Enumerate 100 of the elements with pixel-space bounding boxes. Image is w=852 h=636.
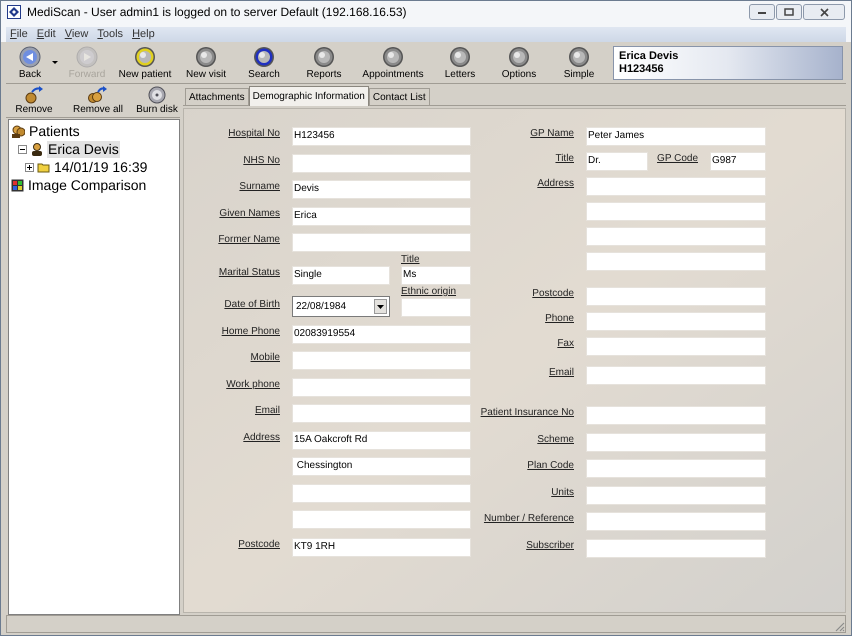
patient-id: H123456: [619, 62, 665, 76]
menu-item[interactable]: View: [64, 28, 88, 41]
folder-icon: [37, 161, 50, 173]
field-label: Units: [551, 486, 574, 498]
tree-item[interactable]: Erica Devis: [47, 140, 120, 158]
field-label: Home Phone: [222, 326, 280, 338]
input-field[interactable]: [586, 366, 766, 385]
field-label: Email: [548, 367, 574, 379]
toolbar-button[interactable]: Options: [489, 42, 549, 82]
grid-icon: [11, 178, 24, 192]
field-label: Postcode: [532, 288, 574, 300]
input-field[interactable]: 15A Oakcroft Rd: [292, 430, 471, 450]
restore-icon: [784, 8, 794, 16]
field-label: Given Names: [219, 208, 280, 220]
field-label: Fax: [557, 338, 574, 350]
input-field[interactable]: [586, 337, 766, 356]
toolbar-button[interactable]: Simple: [549, 42, 609, 82]
tree-item[interactable]: Patients: [28, 122, 81, 140]
field-label: Patient Insurance No: [480, 407, 574, 419]
date-picker[interactable]: 22/08/1984: [292, 296, 390, 317]
input-field[interactable]: [586, 287, 766, 306]
toolbar-button[interactable]: Appointments: [355, 42, 431, 82]
field-label: Postcode: [238, 538, 280, 550]
input-field[interactable]: H123456: [292, 127, 471, 146]
expand-icon[interactable]: [25, 162, 34, 172]
input-field[interactable]: Peter James: [586, 127, 766, 146]
menu-item[interactable]: Edit: [36, 28, 56, 41]
field-label: Plan Code: [527, 460, 574, 472]
menu-item[interactable]: Help: [132, 28, 155, 41]
input-field[interactable]: [586, 227, 766, 246]
disc-icon: [148, 86, 166, 104]
side-toolbar-button[interactable]: Burn disk: [134, 86, 180, 116]
input-field[interactable]: Chessington: [292, 457, 471, 476]
menu-item[interactable]: Tools: [97, 28, 124, 41]
field-label: Email: [254, 405, 280, 417]
input-field[interactable]: [292, 351, 471, 370]
field-label: Number / Reference: [484, 513, 574, 525]
input-field[interactable]: [586, 538, 766, 558]
input-field[interactable]: [292, 484, 471, 502]
input-field[interactable]: 02083919554: [292, 324, 471, 344]
collapse-icon[interactable]: [18, 144, 27, 154]
tab[interactable]: Attachments: [185, 88, 249, 105]
people-arrow-icon: [88, 86, 108, 104]
minimize-button[interactable]: [749, 4, 775, 20]
input-field[interactable]: [586, 406, 766, 425]
field-label: Date of Birth: [224, 299, 280, 311]
maximize-button[interactable]: [776, 4, 802, 20]
field-label: Ethnic origin: [401, 286, 458, 298]
input-field[interactable]: [292, 510, 471, 529]
close-icon: [820, 8, 828, 16]
input-field[interactable]: [401, 298, 471, 317]
input-field[interactable]: Ms: [401, 266, 471, 284]
toolbar-button[interactable]: Reports: [293, 42, 355, 82]
tab[interactable]: Demographic Information: [248, 86, 369, 106]
input-field[interactable]: [292, 233, 471, 252]
field-label: Title: [401, 254, 421, 266]
input-field[interactable]: Devis: [292, 180, 471, 199]
input-field[interactable]: [292, 404, 471, 423]
menu-item[interactable]: File: [10, 28, 28, 41]
field-label: Address: [537, 178, 574, 190]
field-label: NHS No: [243, 154, 280, 166]
tree-item[interactable]: Image Comparison: [27, 176, 148, 194]
input-field[interactable]: [292, 378, 471, 396]
input-field[interactable]: [292, 154, 471, 172]
close-button[interactable]: [803, 4, 845, 20]
input-field[interactable]: Dr.: [586, 152, 648, 171]
input-field[interactable]: KT9 1RH: [292, 538, 471, 556]
field-label: GP Code: [657, 153, 698, 166]
tab[interactable]: Contact List: [368, 88, 430, 105]
field-label: Subscriber: [526, 540, 574, 552]
input-field[interactable]: Erica: [292, 206, 471, 226]
input-field[interactable]: [586, 177, 766, 196]
caret-icon: [377, 304, 384, 308]
caret-icon: [52, 61, 58, 64]
toolbar-button[interactable]: New patient: [113, 42, 177, 82]
side-toolbar-button[interactable]: Remove all: [62, 86, 134, 116]
resize-grip-icon: [834, 621, 845, 632]
minimize-icon: [758, 10, 766, 14]
people-icon: [11, 124, 25, 138]
field-label: Address: [243, 432, 280, 444]
field-label: Marital Status: [218, 266, 280, 278]
input-field[interactable]: G987: [710, 152, 766, 171]
input-field[interactable]: [586, 459, 766, 478]
patient-name: Erica Devis: [619, 50, 680, 62]
app-icon: [7, 5, 21, 19]
input-field[interactable]: [586, 312, 766, 331]
toolbar-button[interactable]: Letters: [431, 42, 489, 82]
toolbar-button[interactable]: New visit: [177, 42, 235, 82]
field-label: Phone: [545, 313, 574, 325]
tree-item[interactable]: 14/01/19 16:39: [53, 158, 148, 176]
input-field[interactable]: [586, 202, 766, 221]
side-toolbar-button[interactable]: Remove: [6, 86, 62, 116]
input-field[interactable]: [586, 432, 766, 452]
toolbar-button[interactable]: Search: [235, 42, 293, 82]
toolbar-button[interactable]: Back: [11, 42, 49, 82]
input-field[interactable]: [586, 252, 766, 271]
input-field[interactable]: [586, 486, 766, 504]
field-label: GP Name: [530, 128, 574, 140]
input-field[interactable]: [586, 512, 766, 531]
input-field[interactable]: Single: [292, 266, 390, 284]
